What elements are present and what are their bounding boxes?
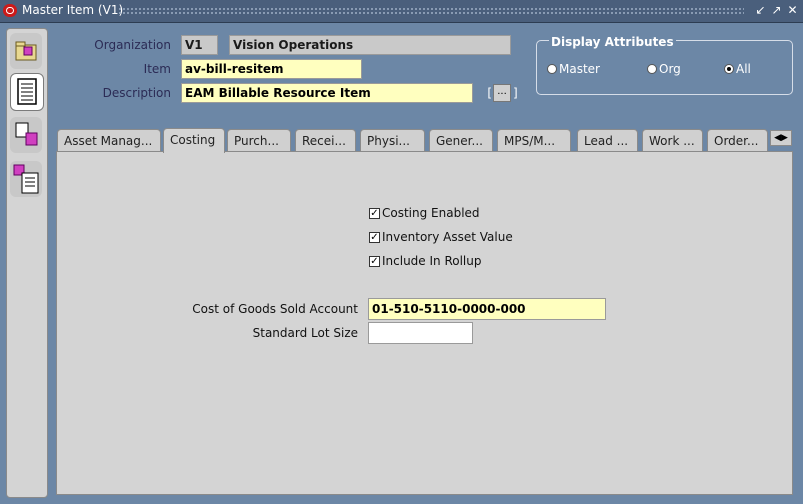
organization-name-field[interactable]: Vision Operations <box>229 35 511 55</box>
minimize-icon[interactable]: ↙ <box>754 4 767 17</box>
organization-label: Organization <box>94 38 171 52</box>
include-rollup-checkbox[interactable]: ✓ <box>369 256 380 267</box>
tab-scroll-arrows-icon[interactable]: ◀▶ <box>770 130 792 146</box>
item-detail-button[interactable] <box>10 73 44 111</box>
master-radio-label[interactable]: Master <box>559 62 600 76</box>
item-assign-button[interactable] <box>10 117 42 153</box>
tab-mps-mrp-planning[interactable]: MPS/M... <box>497 129 571 152</box>
maximize-icon[interactable]: ↗ <box>770 4 783 17</box>
close-icon[interactable]: ✕ <box>786 4 799 17</box>
flex-bracket-right: ] <box>513 86 518 100</box>
item-field[interactable]: av-bill-resitem <box>181 59 362 79</box>
org-radio-label[interactable]: Org <box>659 62 681 76</box>
title-bar-grip[interactable] <box>118 7 744 16</box>
catalog-list-icon <box>13 164 39 194</box>
master-radio[interactable] <box>547 64 557 74</box>
costing-enabled-checkbox[interactable]: ✓ <box>369 208 380 219</box>
description-field[interactable]: EAM Billable Resource Item <box>181 83 473 103</box>
description-label: Description <box>102 86 171 100</box>
folder-button[interactable] <box>10 33 42 69</box>
tab-work-in-process[interactable]: Work ... <box>642 129 703 152</box>
folder-icon <box>15 41 37 61</box>
all-radio-label[interactable]: All <box>736 62 751 76</box>
tab-receiving[interactable]: Recei... <box>295 129 356 152</box>
standard-lot-size-field[interactable] <box>368 322 473 344</box>
item-catalog-button[interactable] <box>10 161 42 197</box>
all-radio[interactable] <box>724 64 734 74</box>
cogs-account-label: Cost of Goods Sold Account <box>192 302 358 316</box>
tab-asset-management[interactable]: Asset Manag... <box>57 129 161 152</box>
flexfield-button[interactable]: ... <box>493 84 511 102</box>
inventory-asset-label[interactable]: Inventory Asset Value <box>382 230 513 244</box>
tab-physical-attributes[interactable]: Physi... <box>360 129 425 152</box>
costing-enabled-label[interactable]: Costing Enabled <box>382 206 480 220</box>
tab-general-planning[interactable]: Gener... <box>429 129 493 152</box>
inventory-asset-checkbox[interactable]: ✓ <box>369 232 380 243</box>
flex-bracket-left: [ <box>487 86 492 100</box>
cogs-account-field[interactable]: 01-510-5110-0000-000 <box>368 298 606 320</box>
tab-purchasing[interactable]: Purch... <box>227 129 291 152</box>
oracle-logo-icon <box>3 4 17 17</box>
standard-lot-size-label: Standard Lot Size <box>252 326 358 340</box>
tab-costing[interactable]: Costing <box>163 128 225 153</box>
item-label: Item <box>143 62 171 76</box>
item-assign-icon <box>15 122 38 146</box>
tab-order-management[interactable]: Order... <box>707 129 768 152</box>
org-radio[interactable] <box>647 64 657 74</box>
include-rollup-label[interactable]: Include In Rollup <box>382 254 482 268</box>
document-list-icon <box>17 78 37 105</box>
window-title: Master Item (V1) <box>22 3 124 17</box>
left-toolbar <box>6 28 48 498</box>
display-attributes-title: Display Attributes <box>549 35 676 49</box>
tab-lead-times[interactable]: Lead ... <box>577 129 638 152</box>
organization-code-field[interactable]: V1 <box>181 35 218 55</box>
title-bar: Master Item (V1) ↙ ↗ ✕ <box>0 0 803 23</box>
